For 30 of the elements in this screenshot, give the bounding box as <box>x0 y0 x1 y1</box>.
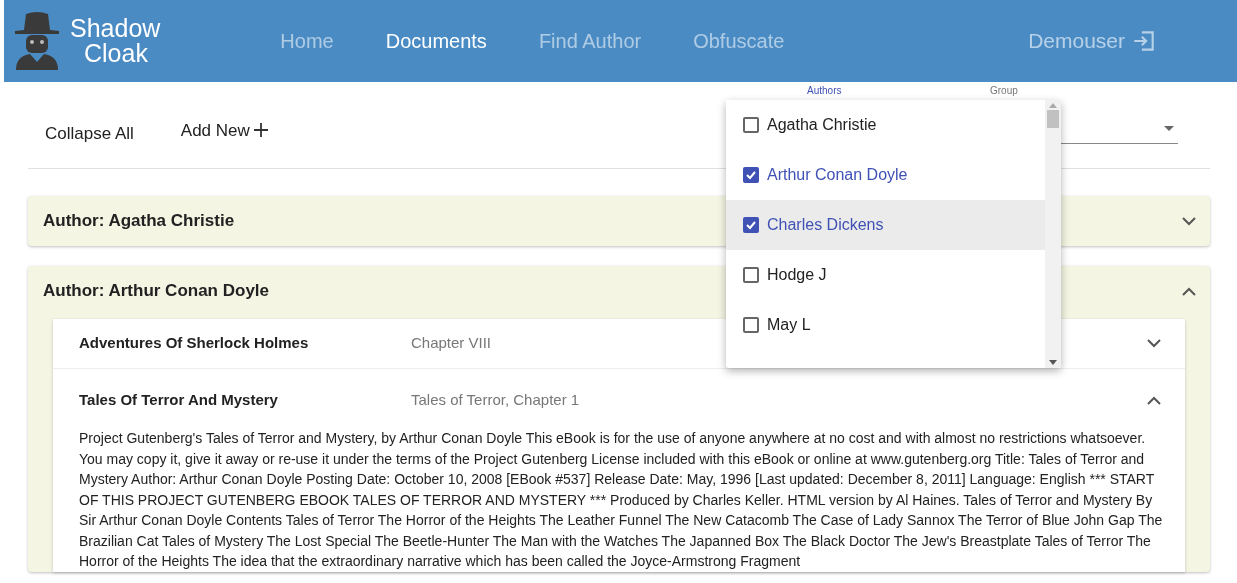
document-text: Project Gutenberg's Tales of Terror and Mystery, by Arthur Conan Doyle This eBook is for the use of anyone anywhere at no cost and with almost no restrictions whatsoever. You may copy it, give it away or re-use it under the terms of the Project Gutenberg License included with this eBook or online at www.gutenberg.org Title: Tales of Terror and Mystery Author: Arthur Conan Doyle Posting Date: October 10, 2008 [EBook #537] Release Date: May, 1996 [Last updated: December 8, 2011] Language: English *** START OF THIS PROJECT GUTENBERG EBOOK TALES OF TERROR AND MYSTERY *** Produced by Charles Keller. HTML version by Al Haines. Tales of Terror and Mystery By Sir Arthur Conan Doyle Contents Tales of Terror The Horror of the Heights The Leather Funnel The New Catacomb The Case of Lady Sannox The Terror of Blue John Gap The Brazilian Cat Tales of Mystery The Lost Special The Beetle-Hunter The Man with the Watches The Japanned Box The Black Doctor The Jew's Breastplate Tales of Terror The Horror of the Heights The idea that the extraordinary narrative which has been called the Joyce-Armstrong Fragment <box>78 429 1164 571</box>
author-title[interactable]: Author: Agatha Christie <box>43 208 235 234</box>
field-label: Authors <box>807 84 842 98</box>
spy-logo-icon <box>12 10 62 72</box>
checkbox[interactable] <box>743 167 759 183</box>
checkbox[interactable] <box>743 117 759 133</box>
expand-chevron-icon[interactable] <box>1182 216 1196 226</box>
chapter-label: Tales of Terror, Chapter 1 <box>411 390 580 411</box>
field-label: Group <box>990 84 1018 98</box>
author-option[interactable]: Charles Dickens <box>726 200 1045 250</box>
collapse-chevron-icon[interactable] <box>1147 396 1161 405</box>
plus-icon <box>253 123 268 138</box>
chapter-label: Chapter VIII <box>411 333 492 354</box>
add-new-button[interactable]: Add New <box>180 117 268 143</box>
checkbox[interactable] <box>743 217 759 233</box>
scroll-thumb[interactable] <box>1047 110 1059 128</box>
document-title[interactable]: Adventures Of Sherlock Holmes <box>79 332 411 355</box>
author-option[interactable]: Agatha Christie <box>726 100 1045 150</box>
checkbox[interactable] <box>743 317 759 333</box>
nav-link[interactable]: Documents <box>360 26 512 56</box>
brand-name: Shadow Cloak <box>70 16 161 66</box>
document-title[interactable]: Tales Of Terror And Mystery <box>79 389 411 412</box>
checkbox[interactable] <box>743 267 759 283</box>
scroll-down-icon[interactable] <box>1049 360 1057 365</box>
author-title[interactable]: Author: Arthur Conan Doyle <box>43 278 270 304</box>
expand-chevron-icon[interactable] <box>1147 339 1161 348</box>
collapse-all-button[interactable]: Collapse All <box>45 120 134 146</box>
collapse-chevron-icon[interactable] <box>1182 286 1196 296</box>
dropdown-arrow-icon[interactable] <box>1164 126 1174 131</box>
scrollbar[interactable] <box>1045 100 1061 368</box>
